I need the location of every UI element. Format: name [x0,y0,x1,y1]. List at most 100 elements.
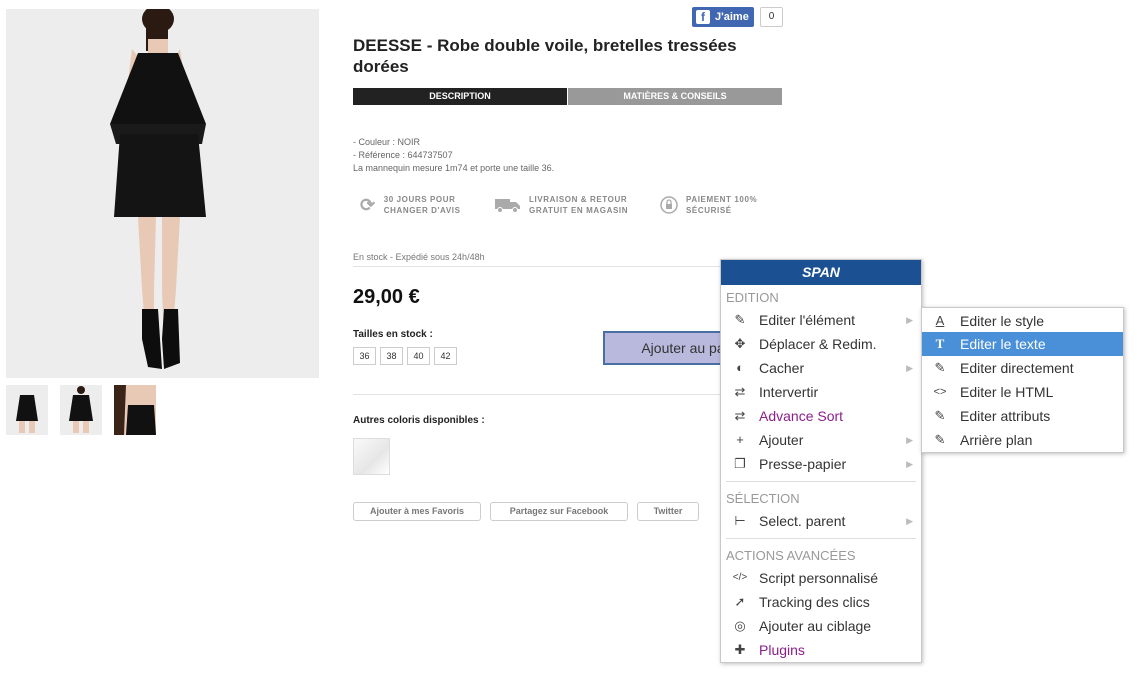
puzzle-icon: ✚ [734,642,746,657]
submenu-item-label: Arrière plan [960,432,1033,448]
thumbnail-1[interactable] [6,385,48,435]
submenu-item-edit-style[interactable]: A Editer le style [922,309,1123,333]
submenu-item-background[interactable]: ✎ Arrière plan [922,428,1123,452]
move-icon: ✥ [734,336,746,351]
menu-separator [726,481,916,482]
submenu-item-label: Editer le style [960,313,1045,329]
tree-icon: ⊢ [734,513,746,528]
submenu-item-label: Editer le texte [960,336,1046,352]
section-selection: SÉLECTION [726,491,800,506]
font-style-icon: A [935,313,945,328]
divider [353,266,753,267]
size-option[interactable]: 40 [407,347,430,365]
tab-materials[interactable]: MATIÈRES & CONSEILS [568,88,782,105]
submenu-arrow-icon: ▶ [906,516,913,526]
menu-item-label: Intervertir [759,384,819,400]
menu-item-swap[interactable]: ⇄ Intervertir [721,380,921,404]
feature-line: 30 JOURS POUR [383,195,456,204]
swap-icon: ⇄ [734,408,746,423]
menu-item-label: Cacher [759,360,805,376]
refresh-icon: ⟳ [360,194,376,215]
stock-status: En stock - Expédié sous 24h/48h [353,252,485,262]
feature-payment: PAIEMENT 100% SÉCURISÉ [660,194,757,216]
plus-icon: + [736,432,744,447]
menu-item-label: Tracking des clics [759,594,870,610]
submenu-item-edit-directly[interactable]: ✎ Editer directement [922,356,1123,380]
menu-item-label: Select. parent [759,513,846,529]
menu-item-add[interactable]: + Ajouter ▶ [721,428,921,452]
pencil-icon: ✎ [934,432,946,447]
tab-description[interactable]: DESCRIPTION [353,88,567,105]
submenu-item-edit-attributes[interactable]: ✎ Editer attributs [922,404,1123,428]
clipboard-icon: ❐ [734,456,746,471]
submenu-arrow-icon: ▶ [906,435,913,445]
share-facebook-button[interactable]: Partagez sur Facebook [490,502,628,521]
share-twitter-button[interactable]: Twitter [637,502,699,521]
menu-item-label: Déplacer & Redim. [759,336,877,352]
pencil-icon: ✎ [734,312,746,327]
thumbnail-3[interactable] [114,385,156,435]
submenu-item-label: Editer le HTML [960,384,1054,400]
menu-item-hide[interactable]: ◐ Cacher ▶ [721,356,921,380]
submenu-item-label: Editer attributs [960,408,1051,424]
submenu-arrow-icon: ▶ [906,315,913,325]
menu-item-select-parent[interactable]: ⊢ Select. parent ▶ [721,509,921,533]
menu-item-edit-element[interactable]: ✎ Editer l'élément ▶ [721,308,921,332]
spec-model-size: La mannequin mesure 1m74 et porte une ta… [353,163,555,173]
other-colors-label: Autres coloris disponibles : [353,415,485,426]
product-specs: - Couleur : NOIR - Référence : 644737507… [353,136,554,175]
submenu-arrow-icon: ▶ [906,363,913,373]
pencil-icon: ✎ [934,408,946,423]
menu-item-clipboard[interactable]: ❐ Presse-papier ▶ [721,452,921,476]
context-menu-header: SPAN [721,260,921,285]
code-icon: </> [732,572,748,583]
pencil-icon: ✎ [934,360,946,375]
menu-separator [726,538,916,539]
spec-color: - Couleur : NOIR [353,137,421,147]
truck-icon [495,197,521,213]
menu-item-move-resize[interactable]: ✥ Déplacer & Redim. [721,332,921,356]
size-option[interactable]: 42 [434,347,457,365]
menu-item-click-tracking[interactable]: ➚ Tracking des clics [721,590,921,614]
feature-line: LIVRAISON & RETOUR [529,195,628,204]
feature-delivery: LIVRAISON & RETOUR GRATUIT EN MAGASIN [495,194,628,216]
product-main-image[interactable] [6,9,319,378]
size-option[interactable]: 38 [380,347,403,365]
facebook-like-button[interactable]: f J'aime [692,7,754,27]
html-icon: <> [933,386,947,398]
menu-item-label: Ajouter au ciblage [759,618,872,634]
divider [353,394,753,395]
menu-item-label: Presse-papier [759,456,847,472]
feature-line: GRATUIT EN MAGASIN [529,206,629,215]
feature-returns: ⟳ 30 JOURS POUR CHANGER D'AVIS [360,194,461,216]
target-icon: ◎ [734,618,746,633]
menu-item-plugins[interactable]: ✚ Plugins [721,638,921,662]
cursor-icon: ➚ [734,594,746,609]
feature-line: SÉCURISÉ [686,206,732,215]
menu-item-label: Script personnalisé [759,570,879,586]
menu-item-advance-sort[interactable]: ⇄ Advance Sort [721,404,921,428]
text-icon: T [935,336,945,351]
swap-icon: ⇄ [734,384,746,399]
spec-reference: - Référence : 644737507 [353,150,453,160]
submenu-item-edit-html[interactable]: <> Editer le HTML [922,380,1123,404]
section-edition: EDITION [726,290,779,305]
menu-item-label: Editer l'élément [759,312,856,328]
size-option[interactable]: 36 [353,347,376,365]
facebook-icon: f [696,10,710,24]
lock-icon [660,196,678,214]
facebook-like-count: 0 [760,7,783,27]
feature-line: CHANGER D'AVIS [383,206,461,215]
feature-line: PAIEMENT 100% [686,195,758,204]
menu-item-add-targeting[interactable]: ◎ Ajouter au ciblage [721,614,921,638]
submenu-item-edit-text[interactable]: T Editer le texte [922,332,1123,356]
context-menu: SPAN EDITION ✎ Editer l'élément ▶ ✥ Dépl… [720,259,922,663]
section-advanced: ACTIONS AVANCÉES [726,548,856,563]
color-swatch-white[interactable] [353,438,390,475]
thumbnail-2[interactable] [60,385,102,435]
menu-item-label: Plugins [759,642,805,658]
menu-item-label: Advance Sort [759,408,844,424]
menu-item-label: Ajouter [759,432,804,448]
menu-item-custom-script[interactable]: </> Script personnalisé [721,566,921,590]
add-favorites-button[interactable]: Ajouter à mes Favoris [353,502,481,521]
